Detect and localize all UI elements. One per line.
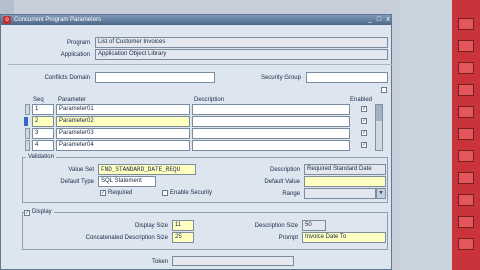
- seq-field[interactable]: 1: [32, 104, 54, 115]
- col-seq-header: Seq: [33, 97, 44, 103]
- required-label: Required: [108, 190, 133, 196]
- col-parameter-header: Parameter: [58, 97, 87, 103]
- col-description-header: Description: [194, 97, 225, 103]
- security-group-label: Security Group: [260, 75, 301, 81]
- concatenated-description-size-label: Concatenated Description Size: [85, 235, 168, 241]
- col-enabled-header: Enabled: [350, 97, 373, 103]
- minimize-icon[interactable]: _: [366, 16, 374, 24]
- display-size-field[interactable]: 11: [172, 220, 194, 231]
- display-group-label: Display: [30, 208, 54, 216]
- record-selector[interactable]: [25, 140, 30, 151]
- enable-security-label: Enable Security: [170, 190, 213, 196]
- side-button-6[interactable]: [458, 128, 474, 140]
- conflicts-domain-field[interactable]: [95, 72, 215, 83]
- application-label: Application: [60, 52, 90, 58]
- side-button-3[interactable]: [458, 62, 474, 74]
- range-select[interactable]: [304, 188, 376, 199]
- value-set-field[interactable]: FND_STANDARD_DATE_REQU: [98, 164, 196, 175]
- token-field[interactable]: [172, 256, 294, 266]
- enabled-checkbox[interactable]: ✓: [361, 118, 367, 124]
- security-group-field[interactable]: [306, 72, 388, 83]
- concatenated-description-size-field[interactable]: 25: [172, 232, 194, 243]
- maximize-icon[interactable]: □: [375, 16, 383, 24]
- side-button-2[interactable]: [458, 40, 474, 52]
- program-label: Program: [66, 40, 90, 46]
- application-field[interactable]: Application Object Library: [95, 49, 388, 60]
- parameter-field[interactable]: Parameter03: [56, 128, 190, 139]
- side-button-8[interactable]: [458, 172, 474, 184]
- default-type-field[interactable]: SQL Statement: [98, 176, 156, 187]
- seq-field[interactable]: 4: [32, 140, 54, 151]
- description-size-label: Description Size: [254, 223, 298, 229]
- conflicts-domain-label: Conflicts Domain: [44, 75, 90, 81]
- oracle-app-icon: o: [3, 16, 11, 24]
- description-field[interactable]: [192, 140, 350, 151]
- description-field[interactable]: [192, 128, 350, 139]
- side-button-4[interactable]: [458, 84, 474, 96]
- enabled-checkbox[interactable]: ✓: [361, 106, 367, 112]
- enabled-checkbox[interactable]: ✓: [361, 130, 367, 136]
- parameter-field[interactable]: Parameter04: [56, 140, 190, 151]
- record-selector[interactable]: [25, 104, 30, 115]
- side-button-10[interactable]: [458, 216, 474, 228]
- description-field[interactable]: [192, 104, 350, 115]
- side-button-7[interactable]: [458, 150, 474, 162]
- range-label: Range: [282, 191, 300, 197]
- description-size-field[interactable]: 50: [302, 220, 326, 231]
- description-label: Description: [269, 167, 300, 173]
- close-icon[interactable]: x: [384, 16, 392, 24]
- validation-group-label: Validation: [26, 153, 56, 161]
- record-selector[interactable]: [25, 128, 30, 139]
- multi-row-checkbox[interactable]: [381, 87, 387, 93]
- default-type-label: Default Type: [60, 179, 94, 185]
- required-checkbox[interactable]: ✓: [100, 190, 106, 196]
- default-value-field[interactable]: [304, 176, 386, 187]
- program-field[interactable]: List of Customer Invoices: [95, 37, 388, 48]
- chevron-down-icon[interactable]: ▼: [376, 188, 386, 199]
- value-set-label: Value Set: [68, 167, 94, 173]
- side-button-1[interactable]: [458, 18, 474, 30]
- side-button-11[interactable]: [458, 238, 474, 250]
- header-divider: [8, 64, 392, 65]
- default-value-label: Default Value: [264, 179, 300, 185]
- prompt-label: Prompt: [278, 235, 298, 241]
- description-display-field[interactable]: Required Standard Date: [304, 164, 386, 175]
- parameter-field[interactable]: Parameter01: [56, 104, 190, 115]
- token-label: Token: [151, 259, 168, 265]
- enable-security-checkbox[interactable]: [162, 190, 168, 196]
- seq-field[interactable]: 3: [32, 128, 54, 139]
- enabled-checkbox[interactable]: ✓: [361, 142, 367, 148]
- window-title: Concurrent Program Parameters: [14, 17, 102, 23]
- description-field[interactable]: [192, 116, 350, 127]
- current-record-indicator: [24, 117, 28, 126]
- side-button-5[interactable]: [458, 106, 474, 118]
- prompt-field[interactable]: Invoice Date To: [302, 232, 386, 243]
- display-group: [22, 212, 388, 250]
- side-button-9[interactable]: [458, 194, 474, 206]
- display-size-label: Display Size: [134, 223, 168, 229]
- scrollbar-thumb[interactable]: [376, 105, 382, 121]
- seq-field[interactable]: 2: [32, 116, 54, 127]
- parameter-field[interactable]: Parameter02: [56, 116, 190, 127]
